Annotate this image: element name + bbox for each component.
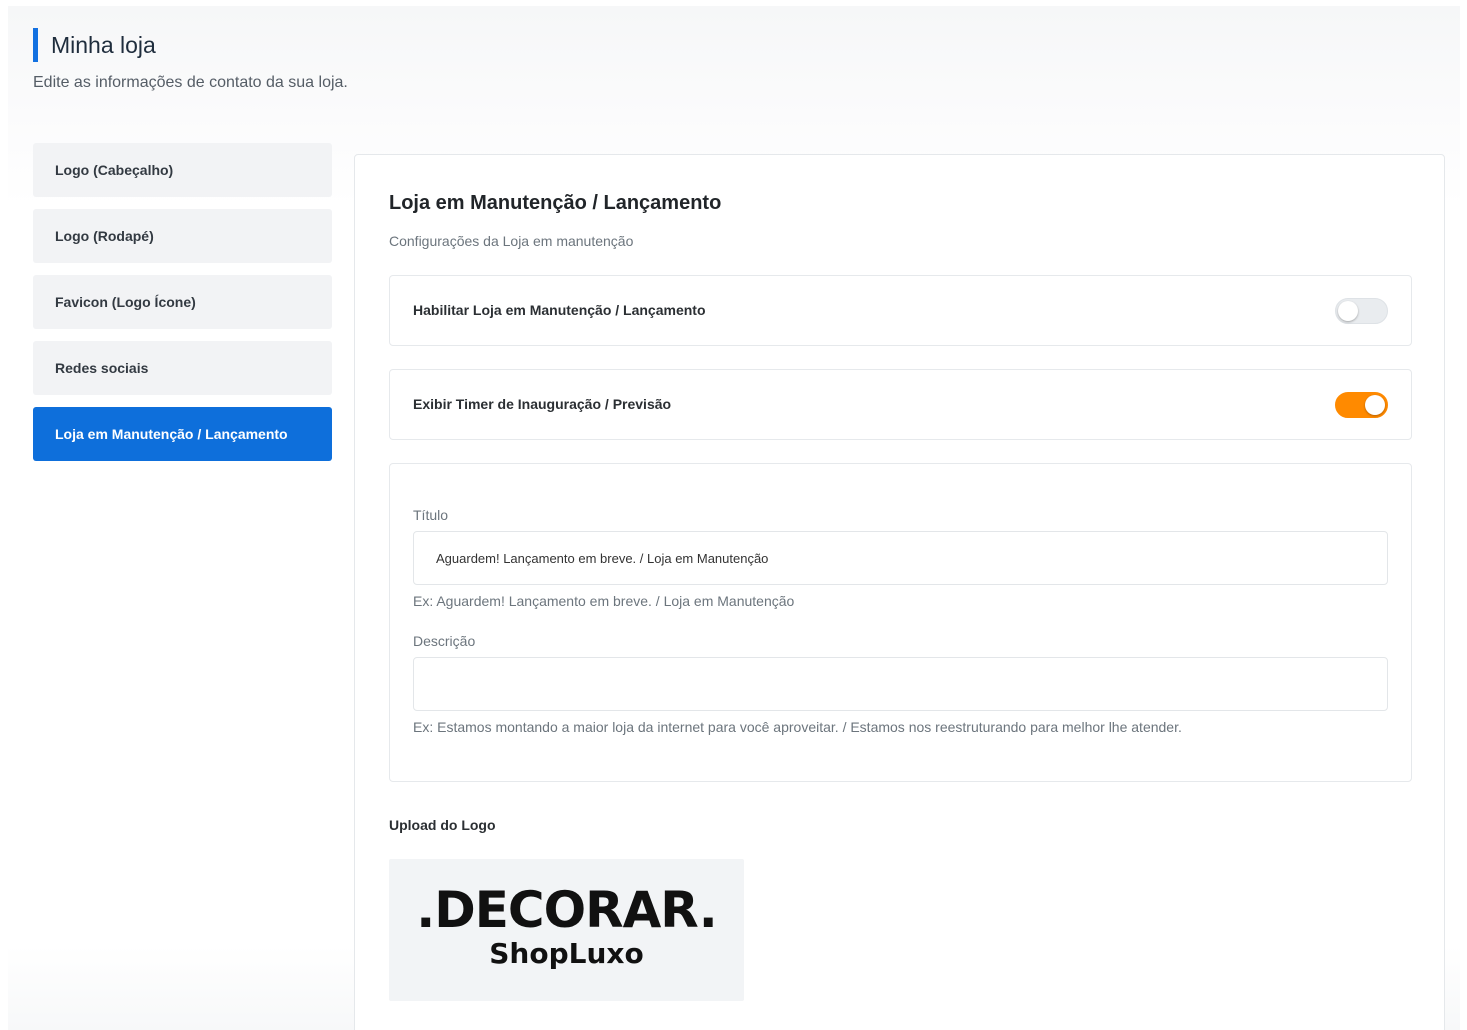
logo-upload-preview[interactable]: .DECORAR. ShopLuxo [389, 859, 744, 1001]
toggle-label-show-timer: Exibir Timer de Inauguração / Previsão [413, 396, 672, 412]
logo-wordmark: .DECORAR. [416, 881, 717, 939]
sidebar-item-logo-footer[interactable]: Logo (Rodapé) [33, 209, 332, 263]
sidebar-item-social-networks[interactable]: Redes sociais [33, 341, 332, 395]
sidebar-item-maintenance[interactable]: Loja em Manutenção / Lançamento [33, 407, 332, 461]
maintenance-text-form: Título Ex: Aguardem! Lançamento em breve… [389, 463, 1412, 782]
sidebar-item-logo-header[interactable]: Logo (Cabeçalho) [33, 143, 332, 197]
title-input[interactable] [413, 531, 1388, 585]
page-subtitle: Edite as informações de contato da sua l… [33, 74, 348, 91]
maintenance-settings-card: Loja em Manutenção / Lançamento Configur… [354, 154, 1445, 1030]
sidebar-item-favicon[interactable]: Favicon (Logo Ícone) [33, 275, 332, 329]
toggle-label-enable-maintenance: Habilitar Loja em Manutenção / Lançament… [413, 302, 706, 318]
title-label: Título [413, 507, 449, 523]
title-hint: Ex: Aguardem! Lançamento em breve. / Loj… [413, 593, 795, 609]
card-subtitle: Configurações da Loja em manutenção [389, 233, 634, 249]
description-input[interactable] [413, 657, 1388, 711]
page-background: Minha loja Edite as informações de conta… [8, 6, 1460, 1030]
card-title: Loja em Manutenção / Lançamento [389, 192, 722, 214]
switch-knob [1365, 395, 1385, 415]
page-title: Minha loja [33, 28, 156, 62]
show-timer-switch[interactable] [1335, 392, 1388, 418]
description-label: Descrição [413, 633, 476, 649]
description-hint: Ex: Estamos montando a maior loja da int… [413, 719, 1182, 735]
upload-logo-label: Upload do Logo [389, 817, 496, 833]
enable-maintenance-switch[interactable] [1335, 298, 1388, 324]
toggle-row-show-timer: Exibir Timer de Inauguração / Previsão [389, 369, 1412, 440]
switch-knob [1338, 301, 1358, 321]
logo-wordmark-sub: ShopLuxo [489, 937, 644, 970]
toggle-row-enable-maintenance: Habilitar Loja em Manutenção / Lançament… [389, 275, 1412, 346]
settings-sidebar: Logo (Cabeçalho) Logo (Rodapé) Favicon (… [33, 143, 332, 473]
